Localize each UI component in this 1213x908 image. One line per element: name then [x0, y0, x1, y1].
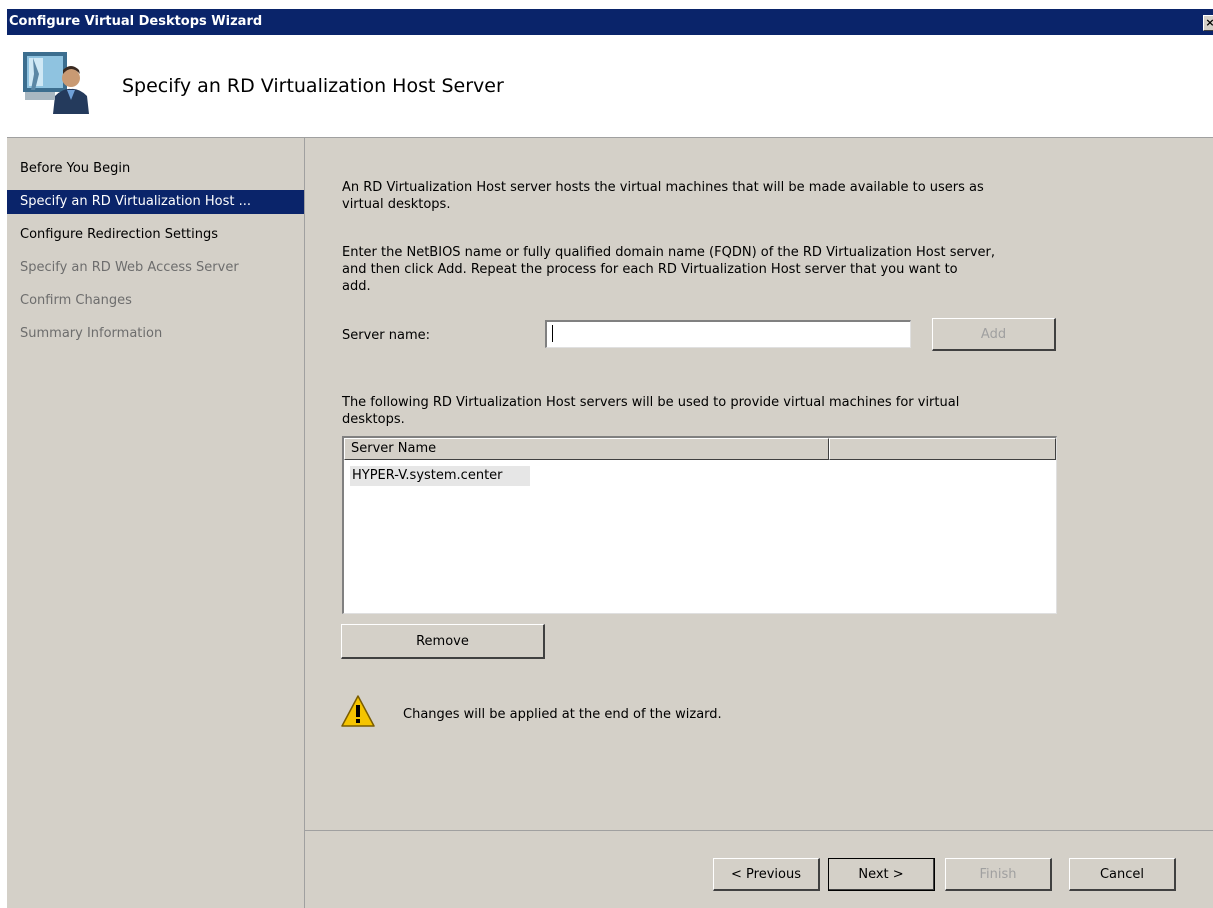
nav-item-summary-information: Summary Information — [20, 326, 163, 341]
server-list-header: Server Name — [344, 438, 1056, 460]
server-list-row[interactable]: HYPER-V.system.center — [350, 466, 530, 486]
instructions-text: Enter the NetBIOS name or fully qualifie… — [342, 244, 1062, 295]
close-button[interactable]: × — [1203, 15, 1213, 31]
column-header-blank[interactable] — [829, 438, 1056, 460]
nav-item-specify-rd-virtualization-host[interactable]: Specify an RD Virtualization Host ... — [7, 190, 304, 214]
window-title: Configure Virtual Desktops Wizard — [9, 14, 263, 29]
instructions-line: add. — [342, 279, 371, 294]
server-name-label: Server name: — [342, 328, 431, 343]
column-header-server-name[interactable]: Server Name — [344, 438, 829, 460]
remove-button[interactable]: Remove — [341, 624, 545, 659]
instructions-line: Enter the NetBIOS name or fully qualifie… — [342, 245, 996, 260]
instructions-line: and then click Add. Repeat the process f… — [342, 262, 958, 277]
wizard-content: An RD Virtualization Host server hosts t… — [305, 138, 1213, 830]
warning-icon — [341, 695, 375, 727]
intro-text: An RD Virtualization Host server hosts t… — [342, 179, 1062, 213]
nav-item-confirm-changes: Confirm Changes — [20, 293, 132, 308]
text-caret — [552, 325, 553, 342]
intro-line: virtual desktops. — [342, 197, 451, 212]
page-title: Specify an RD Virtualization Host Server — [122, 75, 504, 97]
wizard-step-nav: Before You Begin Specify an RD Virtualiz… — [7, 138, 305, 908]
wizard-window: Configure Virtual Desktops Wizard × Spec… — [7, 9, 1213, 908]
next-button[interactable]: Next > — [828, 858, 935, 891]
list-caption-line: The following RD Virtualization Host ser… — [342, 395, 960, 410]
wizard-person-monitor-icon — [23, 52, 89, 114]
add-button[interactable]: Add — [932, 318, 1056, 351]
warning-text: Changes will be applied at the end of th… — [403, 707, 722, 722]
wizard-header: Specify an RD Virtualization Host Server — [7, 35, 1213, 138]
previous-button[interactable]: < Previous — [713, 858, 820, 891]
wizard-footer: < Previous Next > Finish Cancel — [305, 830, 1213, 908]
cancel-button[interactable]: Cancel — [1069, 858, 1176, 891]
list-caption-line: desktops. — [342, 412, 405, 427]
nav-item-specify-rd-web-access-server: Specify an RD Web Access Server — [20, 260, 239, 275]
intro-line: An RD Virtualization Host server hosts t… — [342, 180, 984, 195]
nav-item-before-you-begin[interactable]: Before You Begin — [7, 157, 304, 181]
server-list[interactable]: Server Name HYPER-V.system.center — [342, 436, 1057, 614]
list-caption: The following RD Virtualization Host ser… — [342, 394, 1062, 428]
server-name-input[interactable] — [545, 320, 911, 348]
title-bar: Configure Virtual Desktops Wizard × — [7, 9, 1213, 35]
finish-button[interactable]: Finish — [945, 858, 1052, 891]
nav-item-configure-redirection-settings[interactable]: Configure Redirection Settings — [7, 223, 304, 247]
